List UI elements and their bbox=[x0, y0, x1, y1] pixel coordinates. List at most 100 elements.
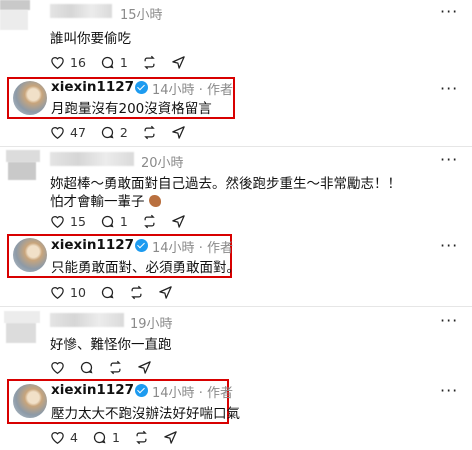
author-username[interactable]: xiexin1127 bbox=[51, 79, 134, 95]
meta-separator: · bbox=[198, 386, 203, 401]
repost-button[interactable] bbox=[129, 285, 144, 300]
share-icon bbox=[172, 55, 185, 69]
comment-icon bbox=[80, 361, 93, 373]
comment-text: 好慘、難怪你一直跑 bbox=[50, 337, 172, 353]
author-label: 作者 bbox=[206, 83, 233, 98]
comment-time: 15小時 bbox=[120, 8, 163, 23]
comment-text-line-1: 妳超棒～勇敢面對自己過去。然後跑步重生～非常勵志！！ bbox=[50, 176, 401, 192]
username-3-redacted[interactable] bbox=[50, 313, 124, 327]
reply-actions: 10 bbox=[50, 284, 187, 300]
username-2-redacted[interactable] bbox=[50, 152, 134, 166]
meta-separator: · bbox=[198, 83, 203, 98]
reply-meta: 14小時 · 作者 bbox=[152, 79, 233, 98]
more-icon[interactable]: ··· bbox=[440, 2, 458, 21]
divider bbox=[0, 146, 472, 147]
flexed-bicep-emoji bbox=[148, 195, 161, 207]
avatar-1-redacted[interactable] bbox=[0, 0, 30, 10]
share-button[interactable] bbox=[158, 285, 173, 300]
comment-icon bbox=[101, 215, 114, 227]
repost-button[interactable] bbox=[108, 360, 123, 375]
like-count: 10 bbox=[70, 284, 86, 300]
share-button[interactable] bbox=[163, 430, 178, 445]
heart-icon bbox=[51, 362, 64, 374]
reply-text: 壓力太大不跑沒辦法好好喘口氣 bbox=[51, 406, 240, 422]
comment-actions: 15 1 bbox=[50, 213, 200, 229]
heart-icon bbox=[51, 57, 64, 69]
repost-button[interactable] bbox=[142, 214, 157, 229]
author-label: 作者 bbox=[206, 386, 233, 401]
reply-count: 2 bbox=[119, 124, 128, 140]
verified-badge-icon bbox=[135, 81, 148, 94]
repost-icon bbox=[144, 55, 155, 69]
avatar-2-redacted[interactable] bbox=[6, 150, 40, 162]
reply-text: 月跑量沒有200沒資格留言 bbox=[51, 101, 212, 117]
reply-actions: 47 2 bbox=[50, 124, 200, 140]
share-icon bbox=[164, 430, 177, 444]
more-icon[interactable]: ··· bbox=[440, 79, 458, 98]
reply-time: 14小時 bbox=[152, 386, 195, 401]
avatar-2-redacted-lower bbox=[8, 162, 36, 180]
avatar-1-redacted-lower bbox=[0, 10, 28, 30]
reply-button[interactable] bbox=[79, 360, 94, 375]
reply-count: 1 bbox=[111, 429, 120, 445]
heart-icon bbox=[51, 127, 64, 139]
author-label: 作者 bbox=[206, 241, 233, 256]
more-icon[interactable]: ··· bbox=[440, 150, 458, 169]
avatar-3-redacted[interactable] bbox=[4, 311, 40, 323]
like-count: 16 bbox=[70, 54, 86, 70]
reply-button[interactable]: 2 bbox=[100, 125, 128, 140]
share-button[interactable] bbox=[171, 125, 186, 140]
repost-icon bbox=[136, 430, 147, 444]
share-button[interactable] bbox=[171, 214, 186, 229]
author-username[interactable]: xiexin1127 bbox=[51, 382, 134, 398]
like-button[interactable]: 4 bbox=[50, 430, 78, 445]
more-icon[interactable]: ··· bbox=[440, 236, 458, 255]
divider bbox=[0, 306, 472, 307]
like-count: 47 bbox=[70, 124, 86, 140]
repost-button[interactable] bbox=[134, 430, 149, 445]
avatar-3-redacted-lower bbox=[6, 323, 36, 343]
comment-actions bbox=[50, 359, 166, 375]
reply-button[interactable]: 1 bbox=[100, 214, 128, 229]
share-icon bbox=[172, 214, 185, 228]
reply-button[interactable] bbox=[100, 285, 115, 300]
more-icon[interactable]: ··· bbox=[440, 311, 458, 330]
verified-badge-icon bbox=[135, 239, 148, 252]
like-button[interactable]: 10 bbox=[50, 285, 86, 300]
like-count: 4 bbox=[70, 429, 78, 445]
reply-time: 14小時 bbox=[152, 241, 195, 256]
heart-icon bbox=[51, 287, 64, 299]
repost-icon bbox=[144, 214, 155, 228]
like-button[interactable]: 16 bbox=[50, 55, 86, 70]
repost-button[interactable] bbox=[142, 125, 157, 140]
more-icon[interactable]: ··· bbox=[440, 381, 458, 400]
like-button[interactable]: 15 bbox=[50, 214, 86, 229]
author-avatar[interactable] bbox=[13, 238, 47, 272]
reply-text: 只能勇敢面對、必須勇敢面對。 bbox=[51, 260, 240, 276]
reply-actions: 4 1 bbox=[50, 429, 192, 445]
username-1-redacted[interactable] bbox=[50, 4, 112, 18]
author-avatar[interactable] bbox=[13, 384, 47, 418]
author-username[interactable]: xiexin1127 bbox=[51, 237, 134, 253]
reply-meta: 14小時 · 作者 bbox=[152, 382, 233, 401]
share-button[interactable] bbox=[137, 360, 152, 375]
share-icon bbox=[138, 360, 151, 374]
repost-button[interactable] bbox=[142, 55, 157, 70]
comment-time: 20小時 bbox=[141, 156, 184, 171]
share-icon bbox=[159, 285, 172, 299]
heart-icon bbox=[51, 216, 64, 228]
share-button[interactable] bbox=[171, 55, 186, 70]
reply-count: 1 bbox=[119, 213, 128, 229]
reply-button[interactable]: 1 bbox=[92, 430, 120, 445]
comment-icon bbox=[101, 286, 114, 298]
like-count: 15 bbox=[70, 213, 86, 229]
comment-text: 誰叫你要偷吃 bbox=[50, 31, 131, 47]
share-icon bbox=[172, 125, 185, 139]
comment-text-line-2-words: 怕才會輸一輩子 bbox=[50, 194, 145, 210]
comment-icon bbox=[101, 56, 114, 68]
reply-button[interactable]: 1 bbox=[100, 55, 128, 70]
heart-icon bbox=[51, 432, 64, 444]
like-button[interactable] bbox=[50, 360, 65, 374]
like-button[interactable]: 47 bbox=[50, 125, 86, 140]
author-avatar[interactable] bbox=[13, 81, 47, 115]
